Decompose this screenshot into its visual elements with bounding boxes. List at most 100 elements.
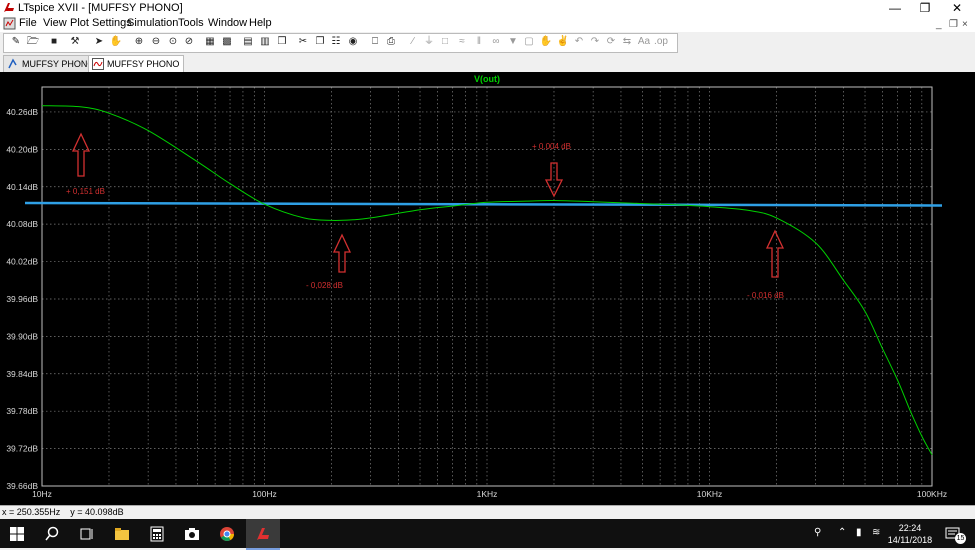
mirror-icon[interactable]: ⇆: [620, 35, 634, 49]
annotation-4: - 0,016 dB: [747, 229, 785, 300]
document-tabs: MUFFSY PHONO MUFFSY PHONO: [0, 53, 975, 73]
halt-icon[interactable]: ✋: [109, 35, 123, 49]
system-clock[interactable]: 22:24 14/11/2018: [885, 522, 935, 546]
window-title: LTspice XVII - [MUFFSY PHONO]: [18, 2, 183, 14]
clock-date: 14/11/2018: [887, 535, 933, 545]
spice-directive-icon[interactable]: .op: [654, 35, 668, 49]
redo-icon[interactable]: ↷: [588, 35, 602, 49]
annotation-label: + 0,151 dB: [66, 187, 105, 196]
calculator-icon[interactable]: [149, 526, 165, 542]
toolbar: ✎ 🗁 ■ ⚒ ➤ ✋ ⊕ ⊖ ⊙ ⊘ ▦ ▩ ▤ ▥ ❒ ✂ ❐ ☷ ◉ ⎕ …: [0, 32, 975, 54]
x-tick-label: 10KHz: [697, 489, 723, 499]
ltspice-icon[interactable]: [255, 526, 271, 542]
y-tick-label: 39.84dB: [6, 369, 38, 379]
explorer-icon[interactable]: [114, 526, 130, 542]
people-icon[interactable]: ⚲: [814, 527, 821, 538]
schematic-icon: [8, 58, 17, 69]
run-icon[interactable]: ➤: [92, 35, 106, 49]
autorange-icon[interactable]: ▦: [203, 35, 217, 49]
arrow-up-icon: [332, 233, 352, 273]
annotation-label: - 0,016 dB: [747, 291, 784, 300]
menu-window[interactable]: Window: [208, 17, 247, 29]
waveform-plot[interactable]: V(out) 40.26dB 40.20dB 40.14dB 40.08dB 40.02…: [0, 72, 975, 505]
waveform-icon: [92, 58, 104, 70]
control-panel-icon[interactable]: ⚒: [68, 35, 82, 49]
chrome-icon[interactable]: [219, 526, 235, 542]
annotation-1: + 0,151 dB: [66, 132, 105, 196]
y-tick-label: 40.14dB: [6, 182, 38, 192]
label-icon[interactable]: □: [438, 35, 452, 49]
camera-icon[interactable]: [184, 526, 200, 542]
mdi-restore-button[interactable]: ❐: [949, 19, 958, 30]
cascade-icon[interactable]: ❒: [275, 35, 289, 49]
ground-icon[interactable]: ⏚: [422, 35, 436, 49]
search-icon[interactable]: [44, 526, 60, 542]
annotation-3: + 0,004 dB: [532, 142, 571, 198]
move-icon[interactable]: ✋: [539, 35, 553, 49]
tab-schematic[interactable]: MUFFSY PHONO: [3, 55, 100, 72]
cursor-coordinates: x = 250.355Hz y = 40.098dB: [2, 507, 124, 517]
mdi-minimize-button[interactable]: _: [936, 19, 942, 30]
reference-line: [24, 201, 943, 207]
annotation-label: - 0,028 dB: [306, 281, 343, 290]
print-setup-icon[interactable]: ⎕: [368, 35, 382, 49]
menu-simulation[interactable]: Simulation: [127, 17, 178, 29]
y-tick-label: 39.96dB: [6, 294, 38, 304]
notification-count: 15: [955, 533, 966, 544]
y-tick-label: 40.02dB: [6, 257, 38, 267]
menu-help[interactable]: Help: [249, 17, 272, 29]
drag-icon[interactable]: ✌: [556, 35, 570, 49]
plot-canvas[interactable]: V(out) 40.26dB 40.20dB 40.14dB 40.08dB 40.02…: [0, 72, 975, 505]
start-icon[interactable]: [9, 526, 25, 542]
battery-icon[interactable]: ▮: [856, 527, 862, 538]
rotate-icon[interactable]: ⟳: [604, 35, 618, 49]
status-bar: x = 250.355Hz y = 40.098dB: [0, 505, 975, 520]
clock-time: 22:24: [898, 523, 922, 533]
paste-icon[interactable]: ☷: [329, 35, 343, 49]
menu-view[interactable]: View: [43, 17, 67, 29]
show-hidden-icons-icon[interactable]: ⌃: [838, 527, 846, 538]
y-tick-label: 40.26dB: [6, 107, 38, 117]
print-icon[interactable]: ⎙: [384, 35, 398, 49]
wifi-icon[interactable]: ≋: [872, 527, 880, 538]
copy-icon[interactable]: ❐: [313, 35, 327, 49]
resistor-icon[interactable]: ≈: [455, 35, 469, 49]
grid-icon[interactable]: ▩: [220, 35, 234, 49]
diode-icon[interactable]: ▼: [506, 35, 520, 49]
y-tick-label: 39.90dB: [6, 331, 38, 341]
y-tick-label: 39.72dB: [6, 444, 38, 454]
annotation-2: - 0,028 dB: [306, 233, 352, 290]
undo-icon[interactable]: ↶: [572, 35, 586, 49]
menu-file[interactable]: File: [19, 17, 37, 29]
task-view-icon[interactable]: [79, 526, 95, 542]
text-icon[interactable]: Aa: [637, 35, 651, 49]
ltspice-logo-icon: [4, 3, 14, 12]
x-tick-label: 1KHz: [477, 489, 498, 499]
wire-icon[interactable]: ∕: [406, 35, 420, 49]
capacitor-icon[interactable]: ‖: [472, 35, 486, 49]
tile-vertical-icon[interactable]: ▥: [258, 35, 272, 49]
menu-plot-settings[interactable]: Plot Settings: [70, 17, 132, 29]
inductor-icon[interactable]: ∞: [489, 35, 503, 49]
new-schematic-icon[interactable]: ✎: [9, 35, 23, 49]
document-menu-icon[interactable]: [3, 17, 16, 30]
arrow-up-icon: [765, 229, 785, 278]
trace-label[interactable]: V(out): [474, 74, 500, 84]
close-button[interactable]: ✕: [942, 0, 972, 16]
zoom-out-icon[interactable]: ⊖: [149, 35, 163, 49]
mdi-close-button[interactable]: ×: [962, 19, 968, 30]
cut-icon[interactable]: ✂: [296, 35, 310, 49]
tile-horizontal-icon[interactable]: ▤: [241, 35, 255, 49]
minimize-button[interactable]: —: [880, 0, 910, 16]
component-icon[interactable]: ▢: [522, 35, 536, 49]
zoom-fit-icon[interactable]: ⊙: [166, 35, 180, 49]
menu-tools[interactable]: Tools: [178, 17, 204, 29]
find-icon[interactable]: ◉: [346, 35, 360, 49]
x-tick-label: 100Hz: [252, 489, 277, 499]
restore-button[interactable]: ❐: [910, 0, 940, 16]
save-icon[interactable]: ■: [47, 35, 61, 49]
zoom-cancel-icon[interactable]: ⊘: [182, 35, 196, 49]
tab-waveform[interactable]: MUFFSY PHONO: [88, 55, 185, 72]
open-icon[interactable]: 🗁: [26, 35, 40, 49]
zoom-in-icon[interactable]: ⊕: [132, 35, 146, 49]
